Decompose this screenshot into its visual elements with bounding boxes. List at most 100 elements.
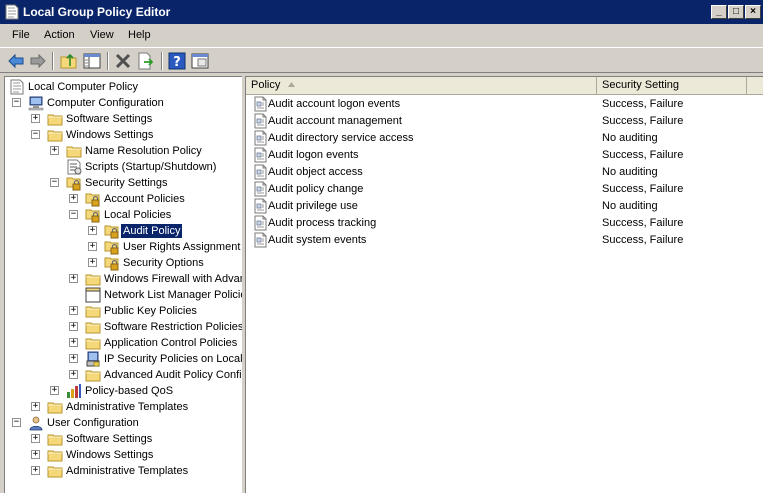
ip-security-icon — [85, 351, 101, 367]
policy-row[interactable]: Audit privilege use No auditing — [246, 198, 763, 215]
show-hide-tree-icon[interactable] — [82, 51, 102, 71]
tree-node-software-restriction-policies[interactable]: + Software Restriction Policies — [5, 319, 242, 335]
tree-node-local-policies[interactable]: − Local Policies — [5, 207, 242, 223]
navigation-tree[interactable]: Local Computer Policy − Computer Configu… — [4, 76, 242, 493]
policy-name: Audit privilege use — [268, 200, 358, 212]
policy-row[interactable]: Audit process tracking Success, Failure — [246, 215, 763, 232]
expand-toggle[interactable]: + — [88, 258, 97, 267]
tree-label: Administrative Templates — [66, 401, 189, 413]
tree-node-public-key-policies[interactable]: + Public Key Policies — [5, 303, 242, 319]
tree-node-windows-settings[interactable]: − Windows Settings — [5, 127, 242, 143]
forward-icon[interactable] — [28, 51, 48, 71]
expand-toggle[interactable]: + — [50, 146, 59, 155]
collapse-toggle[interactable]: − — [50, 178, 59, 187]
title-bar[interactable]: Local Group Policy Editor _ □ × — [0, 0, 763, 24]
expand-toggle[interactable]: + — [88, 226, 97, 235]
policy-name: Audit logon events — [268, 149, 359, 161]
menu-help[interactable]: Help — [128, 29, 151, 41]
tree-label: User Rights Assignment — [123, 241, 241, 253]
tree-node-user-software-settings[interactable]: + Software Settings — [5, 431, 242, 447]
policy-row[interactable]: Audit account logon events Success, Fail… — [246, 96, 763, 113]
tree-node-administrative-templates[interactable]: + Administrative Templates — [5, 399, 242, 415]
folder-icon — [66, 143, 82, 159]
folder-icon — [85, 367, 101, 383]
policy-row[interactable]: Audit logon events Success, Failure — [246, 147, 763, 164]
tree-node-software-settings[interactable]: + Software Settings — [5, 111, 242, 127]
delete-icon[interactable] — [113, 51, 133, 71]
column-header-security-setting[interactable]: Security Setting — [597, 77, 747, 95]
policy-row[interactable]: Audit policy change Success, Failure — [246, 181, 763, 198]
expand-toggle[interactable]: + — [69, 338, 78, 347]
tree-node-security-options[interactable]: + Security Options — [5, 255, 242, 271]
policy-row[interactable]: Audit account management Success, Failur… — [246, 113, 763, 130]
collapse-toggle[interactable]: − — [31, 130, 40, 139]
tree-node-user-configuration[interactable]: − User Configuration — [5, 415, 242, 431]
folder-icon — [47, 127, 63, 143]
policy-setting-icon — [252, 215, 268, 231]
expand-toggle[interactable]: + — [69, 370, 78, 379]
policy-row[interactable]: Audit system events Success, Failure — [246, 232, 763, 249]
properties-icon[interactable] — [190, 51, 210, 71]
tree-node-user-rights-assignment[interactable]: + User Rights Assignment — [5, 239, 242, 255]
expand-toggle[interactable]: + — [31, 114, 40, 123]
expand-toggle[interactable]: + — [88, 242, 97, 251]
help-icon[interactable]: ? — [167, 51, 187, 71]
collapse-toggle[interactable]: − — [12, 98, 21, 107]
menu-file[interactable]: File — [12, 29, 30, 41]
tree-node-account-policies[interactable]: + Account Policies — [5, 191, 242, 207]
folder-icon — [47, 463, 63, 479]
tree-node-policy-based-qos[interactable]: + Policy-based QoS — [5, 383, 242, 399]
policy-list[interactable]: Policy Security Setting Audit account lo… — [245, 76, 763, 493]
expand-toggle[interactable]: + — [69, 194, 78, 203]
expand-toggle[interactable]: + — [31, 466, 40, 475]
expand-toggle[interactable]: + — [31, 434, 40, 443]
policy-name: Audit directory service access — [268, 132, 414, 144]
toolbar: ? — [0, 47, 763, 73]
tree-node-name-resolution-policy[interactable]: + Name Resolution Policy — [5, 143, 242, 159]
tree-label: Local Computer Policy — [28, 81, 139, 93]
tree-node-advanced-audit-policy[interactable]: + Advanced Audit Policy Configuration — [5, 367, 242, 383]
policy-setting-icon — [252, 130, 268, 146]
expand-toggle[interactable]: + — [31, 450, 40, 459]
expand-toggle[interactable]: + — [69, 306, 78, 315]
menu-view[interactable]: View — [90, 29, 114, 41]
expand-toggle[interactable]: + — [69, 322, 78, 331]
expand-toggle[interactable]: + — [69, 354, 78, 363]
tree-node-audit-policy[interactable]: + Audit Policy — [5, 223, 242, 239]
user-icon — [28, 415, 44, 431]
tree-node-computer-configuration[interactable]: − Computer Configuration — [5, 95, 242, 111]
tree-label: Local Policies — [104, 209, 172, 221]
close-button[interactable]: × — [745, 5, 761, 19]
tree-node-user-administrative-templates[interactable]: + Administrative Templates — [5, 463, 242, 479]
expand-toggle[interactable]: + — [50, 386, 59, 395]
up-folder-icon[interactable] — [59, 51, 79, 71]
column-header-label: Security Setting — [602, 79, 680, 91]
tree-node-user-windows-settings[interactable]: + Windows Settings — [5, 447, 242, 463]
policy-row[interactable]: Audit directory service access No auditi… — [246, 130, 763, 147]
tree-label: Windows Firewall with Advanced Security — [104, 273, 242, 285]
tree-node-windows-firewall[interactable]: + Windows Firewall with Advanced Securit… — [5, 271, 242, 287]
policy-setting-value: Success, Failure — [602, 217, 684, 229]
tree-label: Security Options — [123, 257, 204, 269]
expand-toggle[interactable]: + — [31, 402, 40, 411]
policy-row[interactable]: Audit object access No auditing — [246, 164, 763, 181]
tree-node-ip-security-policies[interactable]: + IP Security Policies on Local Computer — [5, 351, 242, 367]
tree-node-security-settings[interactable]: − Security Settings — [5, 175, 242, 191]
policy-document-icon — [9, 79, 25, 95]
expand-toggle[interactable]: + — [69, 274, 78, 283]
policy-setting-icon — [252, 181, 268, 197]
tree-label: Public Key Policies — [104, 305, 197, 317]
tree-node-local-computer-policy[interactable]: Local Computer Policy — [5, 79, 242, 95]
column-header-policy[interactable]: Policy — [246, 77, 597, 95]
folder-icon — [47, 111, 63, 127]
tree-node-scripts[interactable]: Scripts (Startup/Shutdown) — [5, 159, 242, 175]
collapse-toggle[interactable]: − — [69, 210, 78, 219]
minimize-button[interactable]: _ — [711, 5, 727, 19]
tree-node-network-list-manager[interactable]: Network List Manager Policies — [5, 287, 242, 303]
export-list-icon[interactable] — [136, 51, 156, 71]
back-icon[interactable] — [6, 51, 26, 71]
maximize-button[interactable]: □ — [728, 5, 744, 19]
menu-action[interactable]: Action — [44, 29, 75, 41]
collapse-toggle[interactable]: − — [12, 418, 21, 427]
tree-node-application-control-policies[interactable]: + Application Control Policies — [5, 335, 242, 351]
